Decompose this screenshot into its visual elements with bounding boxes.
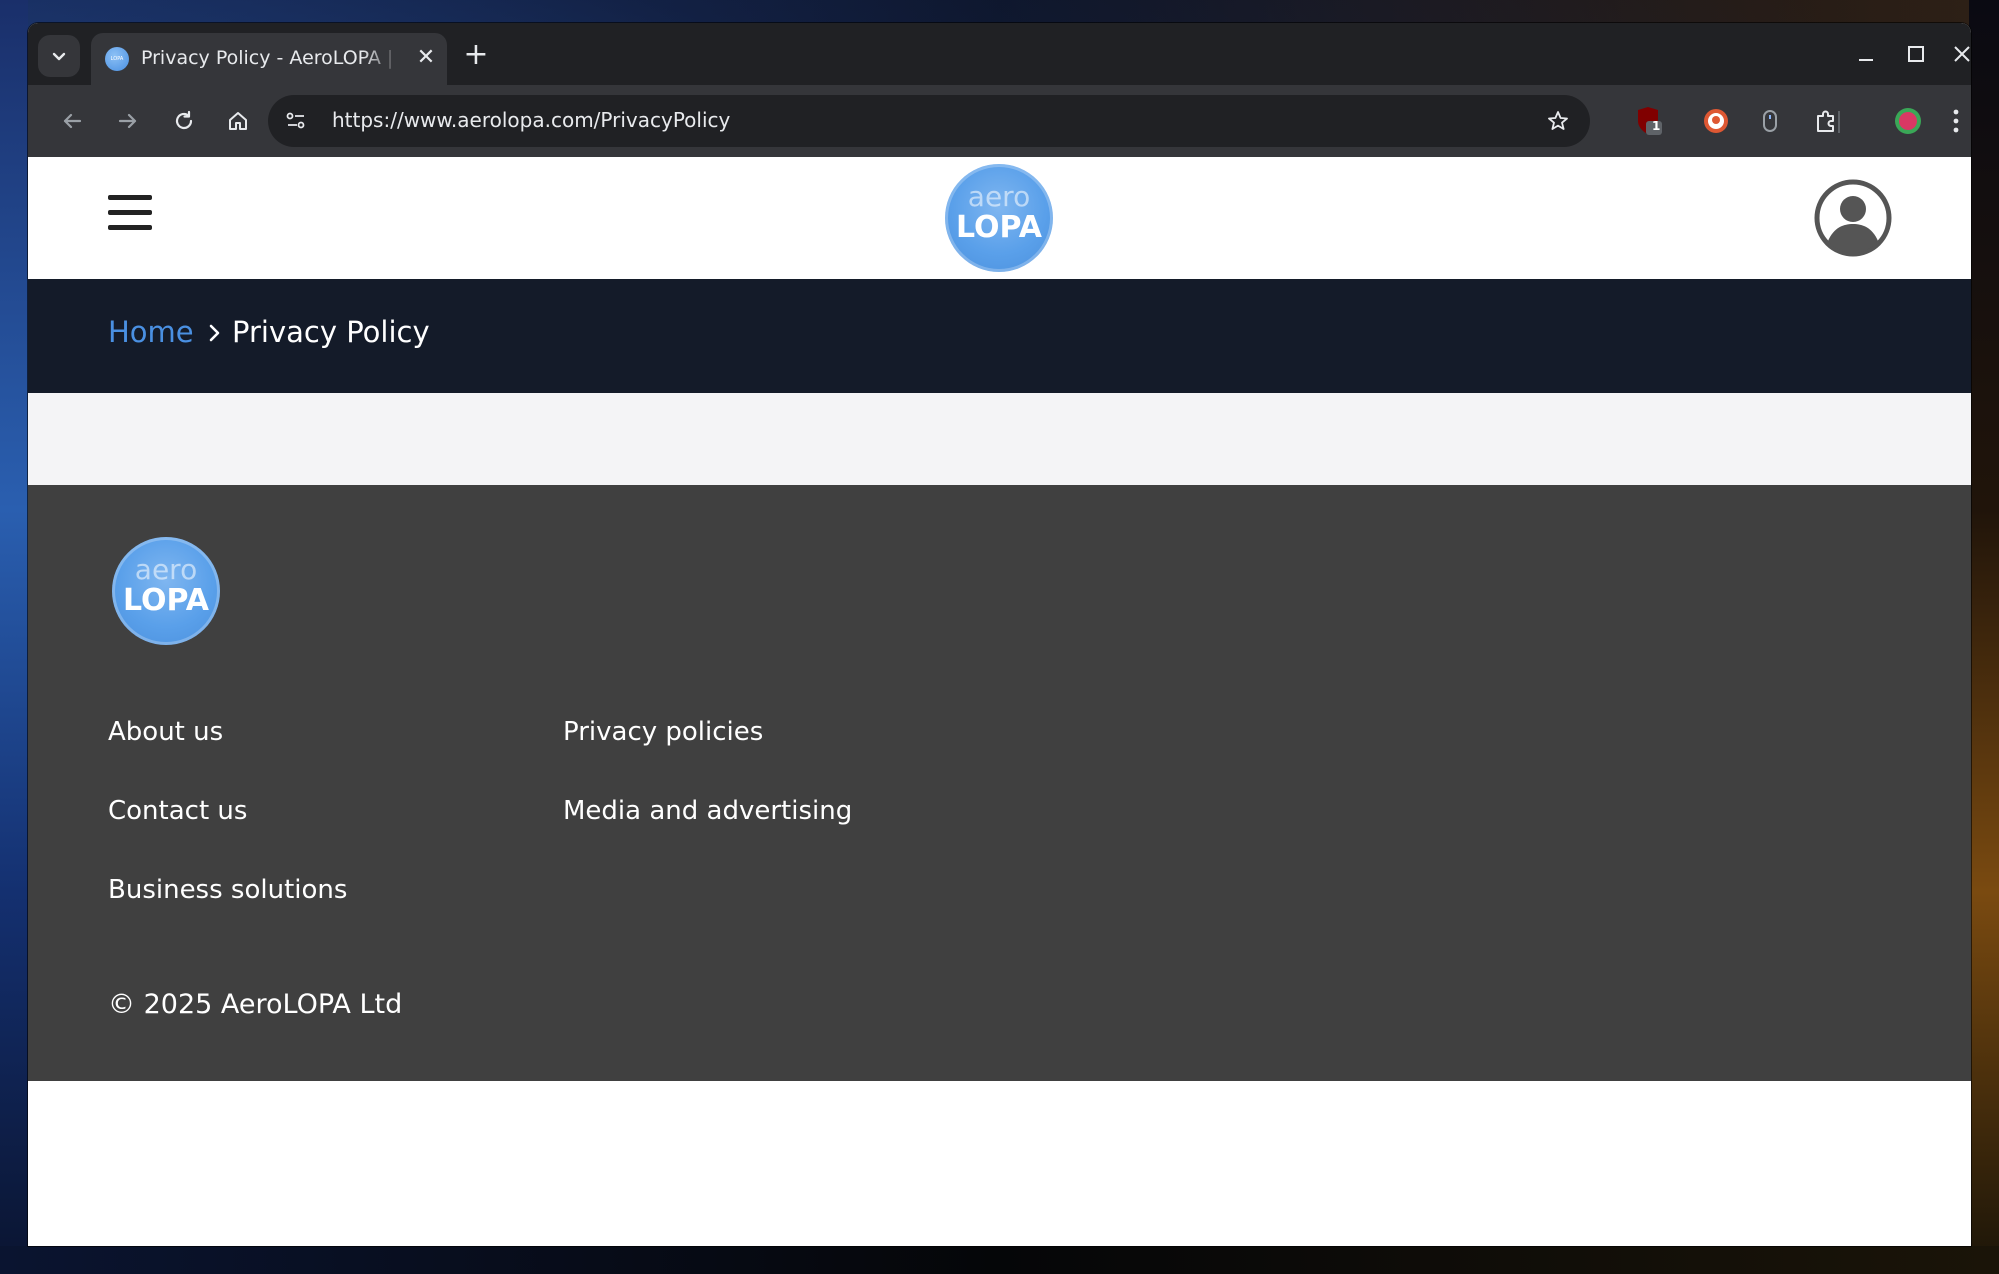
minimize-button[interactable]	[1846, 37, 1886, 71]
footer-link-privacy-policies[interactable]: Privacy policies	[563, 717, 763, 747]
mouse-extension-icon[interactable]	[1754, 105, 1786, 137]
breadcrumb-home-link[interactable]: Home	[108, 315, 194, 349]
new-tab-button[interactable]: +	[458, 37, 494, 73]
maximize-icon	[1908, 46, 1924, 62]
ublock-extension-icon[interactable]: 1	[1632, 105, 1664, 137]
forward-button[interactable]	[110, 103, 146, 139]
logo-text-bottom: LOPA	[955, 210, 1042, 245]
footer-aerolopa-logo[interactable]: aero LOPA	[112, 537, 220, 645]
duckduckgo-extension-icon[interactable]	[1700, 105, 1732, 137]
desktop-background-bottom	[0, 1246, 1999, 1274]
footer-link-media-advertising[interactable]: Media and advertising	[563, 796, 852, 826]
breadcrumb-current: Privacy Policy	[232, 315, 430, 349]
tab-search-button[interactable]	[38, 35, 80, 77]
close-window-button[interactable]	[1942, 37, 1971, 71]
close-icon	[1954, 46, 1970, 62]
more-menu-icon[interactable]	[1946, 105, 1966, 137]
url-text[interactable]: https://www.aerolopa.com/PrivacyPolicy	[332, 108, 730, 132]
copyright-text: © 2025 AeroLOPA Ltd	[108, 989, 403, 1020]
page-content-area	[28, 393, 1971, 485]
footer-logo-text-top: aero	[134, 553, 198, 586]
reload-icon	[175, 110, 193, 130]
site-footer: aero LOPA About us Contact us Business s…	[28, 485, 1971, 1081]
bookmark-star-icon[interactable]	[1544, 107, 1572, 135]
tab-title: Privacy Policy - AeroLOPA | D	[141, 47, 401, 69]
arrow-right-icon	[118, 113, 137, 129]
site-settings-icon[interactable]	[280, 105, 312, 137]
footer-logo-text-bottom: LOPA	[122, 583, 209, 618]
web-page: aero LOPA Home Privacy Policy aero LOPA …	[28, 157, 1971, 1246]
home-icon	[229, 112, 247, 130]
extension-badge: 1	[1652, 119, 1661, 133]
chevron-right-icon	[204, 319, 226, 347]
home-button[interactable]	[220, 103, 256, 139]
reload-button[interactable]	[166, 103, 202, 139]
aerolopa-logo[interactable]: aero LOPA	[945, 164, 1053, 272]
toolbar-separator	[1838, 111, 1840, 133]
site-header: aero LOPA	[28, 157, 1971, 279]
close-tab-icon[interactable]: ✕	[411, 43, 441, 73]
chevron-down-icon	[52, 52, 66, 61]
minimize-icon	[1859, 59, 1873, 61]
maximize-button[interactable]	[1896, 37, 1936, 71]
footer-link-contact-us[interactable]: Contact us	[108, 796, 247, 826]
address-bar[interactable]: https://www.aerolopa.com/PrivacyPolicy	[268, 95, 1590, 147]
favicon-icon: LOPA	[105, 47, 129, 71]
profile-avatar-icon[interactable]	[1892, 105, 1924, 137]
tab-privacy-policy[interactable]: LOPA Privacy Policy - AeroLOPA | D ✕	[91, 33, 447, 85]
desktop-background-right	[1969, 0, 1999, 1274]
browser-toolbar: https://www.aerolopa.com/PrivacyPolicy 1	[28, 85, 1971, 157]
arrow-left-icon	[63, 113, 82, 129]
user-account-icon[interactable]	[1814, 179, 1892, 257]
menu-hamburger-icon[interactable]	[108, 195, 154, 237]
footer-link-about-us[interactable]: About us	[108, 717, 223, 747]
page-bottom-blank	[28, 1081, 1971, 1246]
breadcrumb: Home Privacy Policy	[28, 279, 1971, 393]
footer-link-business-solutions[interactable]: Business solutions	[108, 875, 347, 905]
back-button[interactable]	[54, 103, 90, 139]
desktop-background-left	[0, 0, 28, 1274]
logo-text-top: aero	[967, 180, 1031, 213]
tab-strip: LOPA Privacy Policy - AeroLOPA | D ✕ +	[28, 23, 1971, 85]
browser-window: LOPA Privacy Policy - AeroLOPA | D ✕ + h…	[28, 23, 1971, 1246]
